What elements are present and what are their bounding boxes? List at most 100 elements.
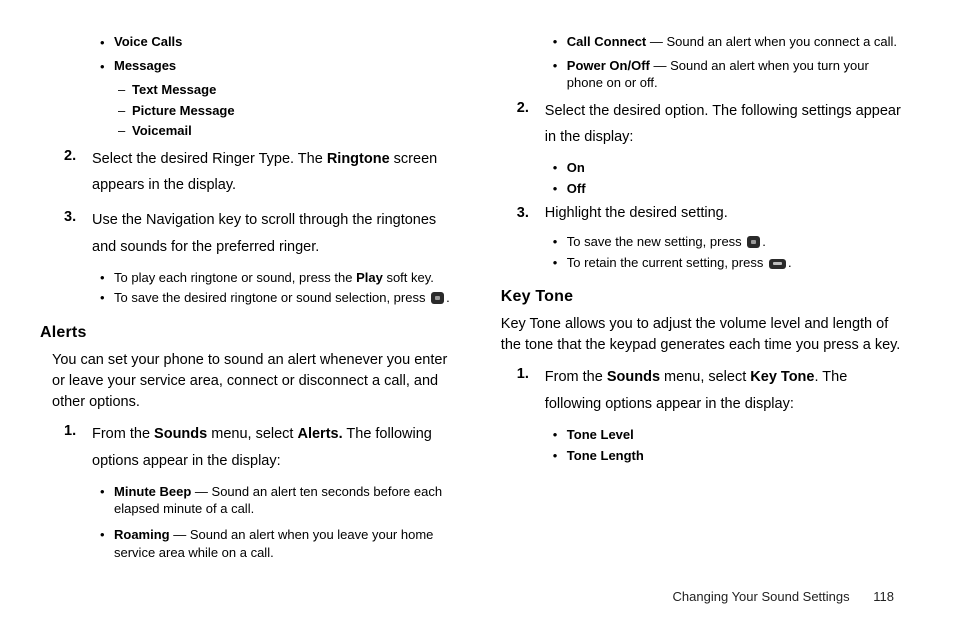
paragraph: You can set your phone to sound an alert… [52, 350, 453, 413]
section-heading-alerts: Alerts [40, 321, 453, 344]
footer-title: Changing Your Sound Settings [673, 589, 850, 604]
option-label: Call Connect [567, 34, 646, 49]
text: menu, select [207, 426, 297, 442]
step-number: 2. [64, 146, 92, 200]
step-number: 2. [517, 98, 545, 152]
bullet-item: To save the desired ringtone or sound se… [100, 289, 453, 307]
option-label: Power On/Off [567, 58, 650, 73]
text: From the [545, 369, 607, 385]
bullet-dot-icon [553, 233, 567, 251]
bullet-item: Off [553, 180, 904, 198]
clear-key-icon [769, 259, 786, 269]
text-bold: Alerts. [297, 426, 342, 442]
right-column: Call Connect — Sound an alert when you c… [501, 30, 904, 564]
bullet-body: Power On/Off — Sound an alert when you t… [567, 57, 904, 92]
bullet-label: Messages [114, 57, 453, 78]
bullet-dot-icon [553, 57, 567, 92]
text: . [446, 290, 450, 305]
option-label: On [567, 159, 904, 177]
page-number: 118 [873, 589, 894, 604]
option-label: Tone Length [567, 447, 904, 465]
option-label: Tone Level [567, 426, 904, 444]
numbered-step: 1. From the Sounds menu, select Alerts. … [64, 421, 453, 475]
bullet-item: To retain the current setting, press . [553, 254, 904, 272]
text-bold: Play [356, 270, 383, 285]
bullet-body: To save the new setting, press . [567, 233, 904, 251]
bullet-dot-icon [100, 289, 114, 307]
bullet-dot-icon [553, 33, 567, 51]
bullet-dot-icon [553, 426, 567, 444]
dash-icon [118, 102, 132, 120]
text-bold: Sounds [154, 426, 207, 442]
dash-item: Voicemail [118, 122, 453, 140]
numbered-step: 1. From the Sounds menu, select Key Tone… [517, 364, 904, 418]
step-number: 1. [517, 364, 545, 418]
bullet-item: Voice Calls [100, 33, 453, 54]
step-body: From the Sounds menu, select Key Tone. T… [545, 364, 904, 418]
bullet-item: On [553, 159, 904, 177]
text: . [788, 255, 792, 270]
step-body: Select the desired option. The following… [545, 98, 904, 152]
ok-key-icon [747, 236, 760, 248]
bullet-item: Minute Beep — Sound an alert ten seconds… [100, 483, 453, 518]
bullet-body: To play each ringtone or sound, press th… [114, 269, 453, 287]
text: . [762, 234, 766, 249]
left-column: Voice Calls Messages Text Message Pictur… [40, 30, 453, 564]
text: To play each ringtone or sound, press th… [114, 270, 356, 285]
text: Select the desired Ringer Type. The [92, 151, 327, 167]
dash-icon [118, 81, 132, 99]
step-body: Use the Navigation key to scroll through… [92, 207, 453, 261]
text: From the [92, 426, 154, 442]
bullet-dot-icon [100, 33, 114, 54]
bullet-item: Messages [100, 57, 453, 78]
bullet-dot-icon [100, 57, 114, 78]
option-desc: — Sound an alert when you connect a call… [646, 34, 897, 49]
bullet-dot-icon [553, 447, 567, 465]
section-heading-keytone: Key Tone [501, 285, 904, 308]
text-bold: Key Tone [750, 369, 814, 385]
bullet-body: Roaming — Sound an alert when you leave … [114, 526, 453, 561]
bullet-dot-icon [553, 180, 567, 198]
step-number: 3. [64, 207, 92, 261]
dash-icon [118, 122, 132, 140]
dash-item: Picture Message [118, 102, 453, 120]
option-label: Minute Beep [114, 484, 191, 499]
bullet-item: To play each ringtone or sound, press th… [100, 269, 453, 287]
bullet-item: Call Connect — Sound an alert when you c… [553, 33, 904, 51]
bullet-item: Power On/Off — Sound an alert when you t… [553, 57, 904, 92]
bullet-dot-icon [100, 526, 114, 561]
text: To save the new setting, press [567, 234, 745, 249]
bullet-dot-icon [553, 254, 567, 272]
bullet-item: To save the new setting, press . [553, 233, 904, 251]
dash-item: Text Message [118, 81, 453, 99]
text: To retain the current setting, press [567, 255, 767, 270]
bullet-label: Voice Calls [114, 33, 453, 54]
bullet-body: To retain the current setting, press . [567, 254, 904, 272]
dash-label: Picture Message [132, 102, 235, 120]
text: To save the desired ringtone or sound se… [114, 290, 429, 305]
bullet-body: Minute Beep — Sound an alert ten seconds… [114, 483, 453, 518]
numbered-step: 2. Select the desired option. The follow… [517, 98, 904, 152]
numbered-step: 3. Use the Navigation key to scroll thro… [64, 207, 453, 261]
dash-label: Text Message [132, 81, 216, 99]
numbered-step: 2. Select the desired Ringer Type. The R… [64, 146, 453, 200]
bullet-item: Roaming — Sound an alert when you leave … [100, 526, 453, 561]
dash-label: Voicemail [132, 122, 192, 140]
numbered-step: 3. Highlight the desired setting. [517, 203, 904, 225]
page-footer: Changing Your Sound Settings 118 [673, 589, 894, 604]
paragraph: Key Tone allows you to adjust the volume… [501, 314, 904, 356]
bullet-dot-icon [100, 483, 114, 518]
bullet-dot-icon [553, 159, 567, 177]
text-bold: Ringtone [327, 151, 390, 167]
bullet-body: Call Connect — Sound an alert when you c… [567, 33, 904, 51]
bullet-item: Tone Length [553, 447, 904, 465]
option-label: Off [567, 180, 904, 198]
bullet-body: To save the desired ringtone or sound se… [114, 289, 453, 307]
text-bold: Sounds [607, 369, 660, 385]
bullet-dot-icon [100, 269, 114, 287]
ok-key-icon [431, 292, 444, 304]
step-body: Select the desired Ringer Type. The Ring… [92, 146, 453, 200]
step-number: 3. [517, 203, 545, 225]
text: menu, select [660, 369, 750, 385]
bullet-item: Tone Level [553, 426, 904, 444]
